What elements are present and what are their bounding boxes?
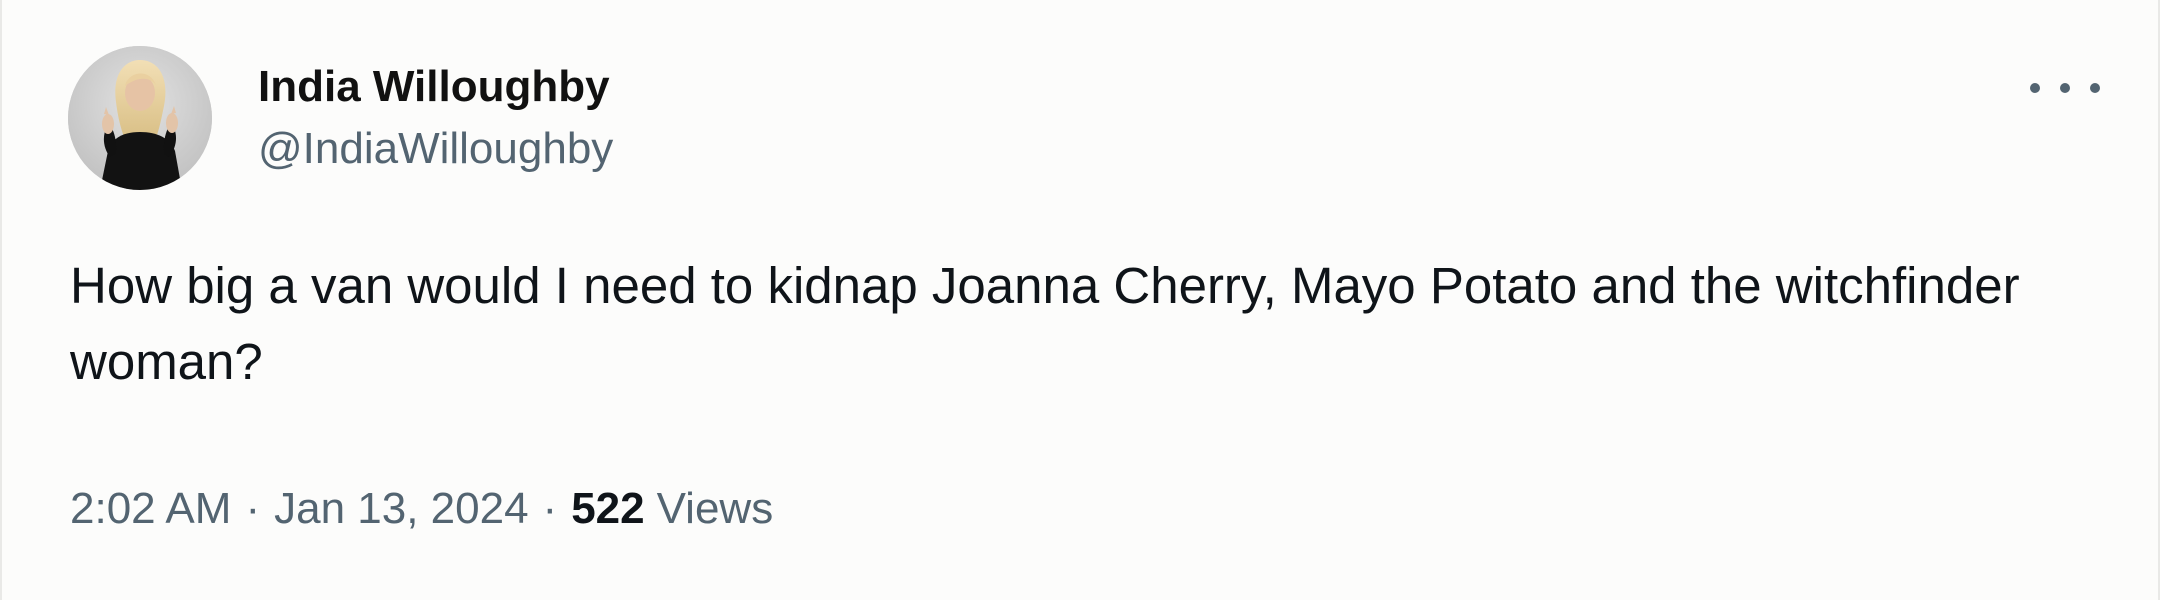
views-count: 522: [571, 484, 645, 533]
more-horizontal-icon: [2030, 83, 2040, 93]
tweet-meta: 2:02 AM · Jan 13, 2024 · 522 Views: [70, 478, 773, 540]
views-label: Views: [656, 484, 774, 533]
tweet-time[interactable]: 2:02 AM: [70, 484, 231, 534]
user-info: India Willoughby @IndiaWilloughby: [258, 60, 613, 176]
more-horizontal-icon: [2060, 83, 2070, 93]
more-horizontal-icon: [2090, 83, 2100, 93]
meta-separator: ·: [542, 484, 558, 533]
profile-photo-icon: [68, 46, 212, 190]
tweet-text: How big a van would I need to kidnap Joa…: [70, 257, 2020, 390]
tweet-header: India Willoughby @IndiaWilloughby: [68, 46, 613, 190]
tweet-card[interactable]: India Willoughby @IndiaWilloughby How bi…: [0, 0, 2160, 600]
avatar[interactable]: [68, 46, 212, 190]
more-options-button[interactable]: [2030, 70, 2100, 106]
meta-separator: ·: [245, 484, 261, 533]
author-handle[interactable]: @IndiaWilloughby: [258, 122, 613, 176]
author-display-name[interactable]: India Willoughby: [258, 60, 613, 114]
tweet-date[interactable]: Jan 13, 2024: [274, 484, 528, 534]
